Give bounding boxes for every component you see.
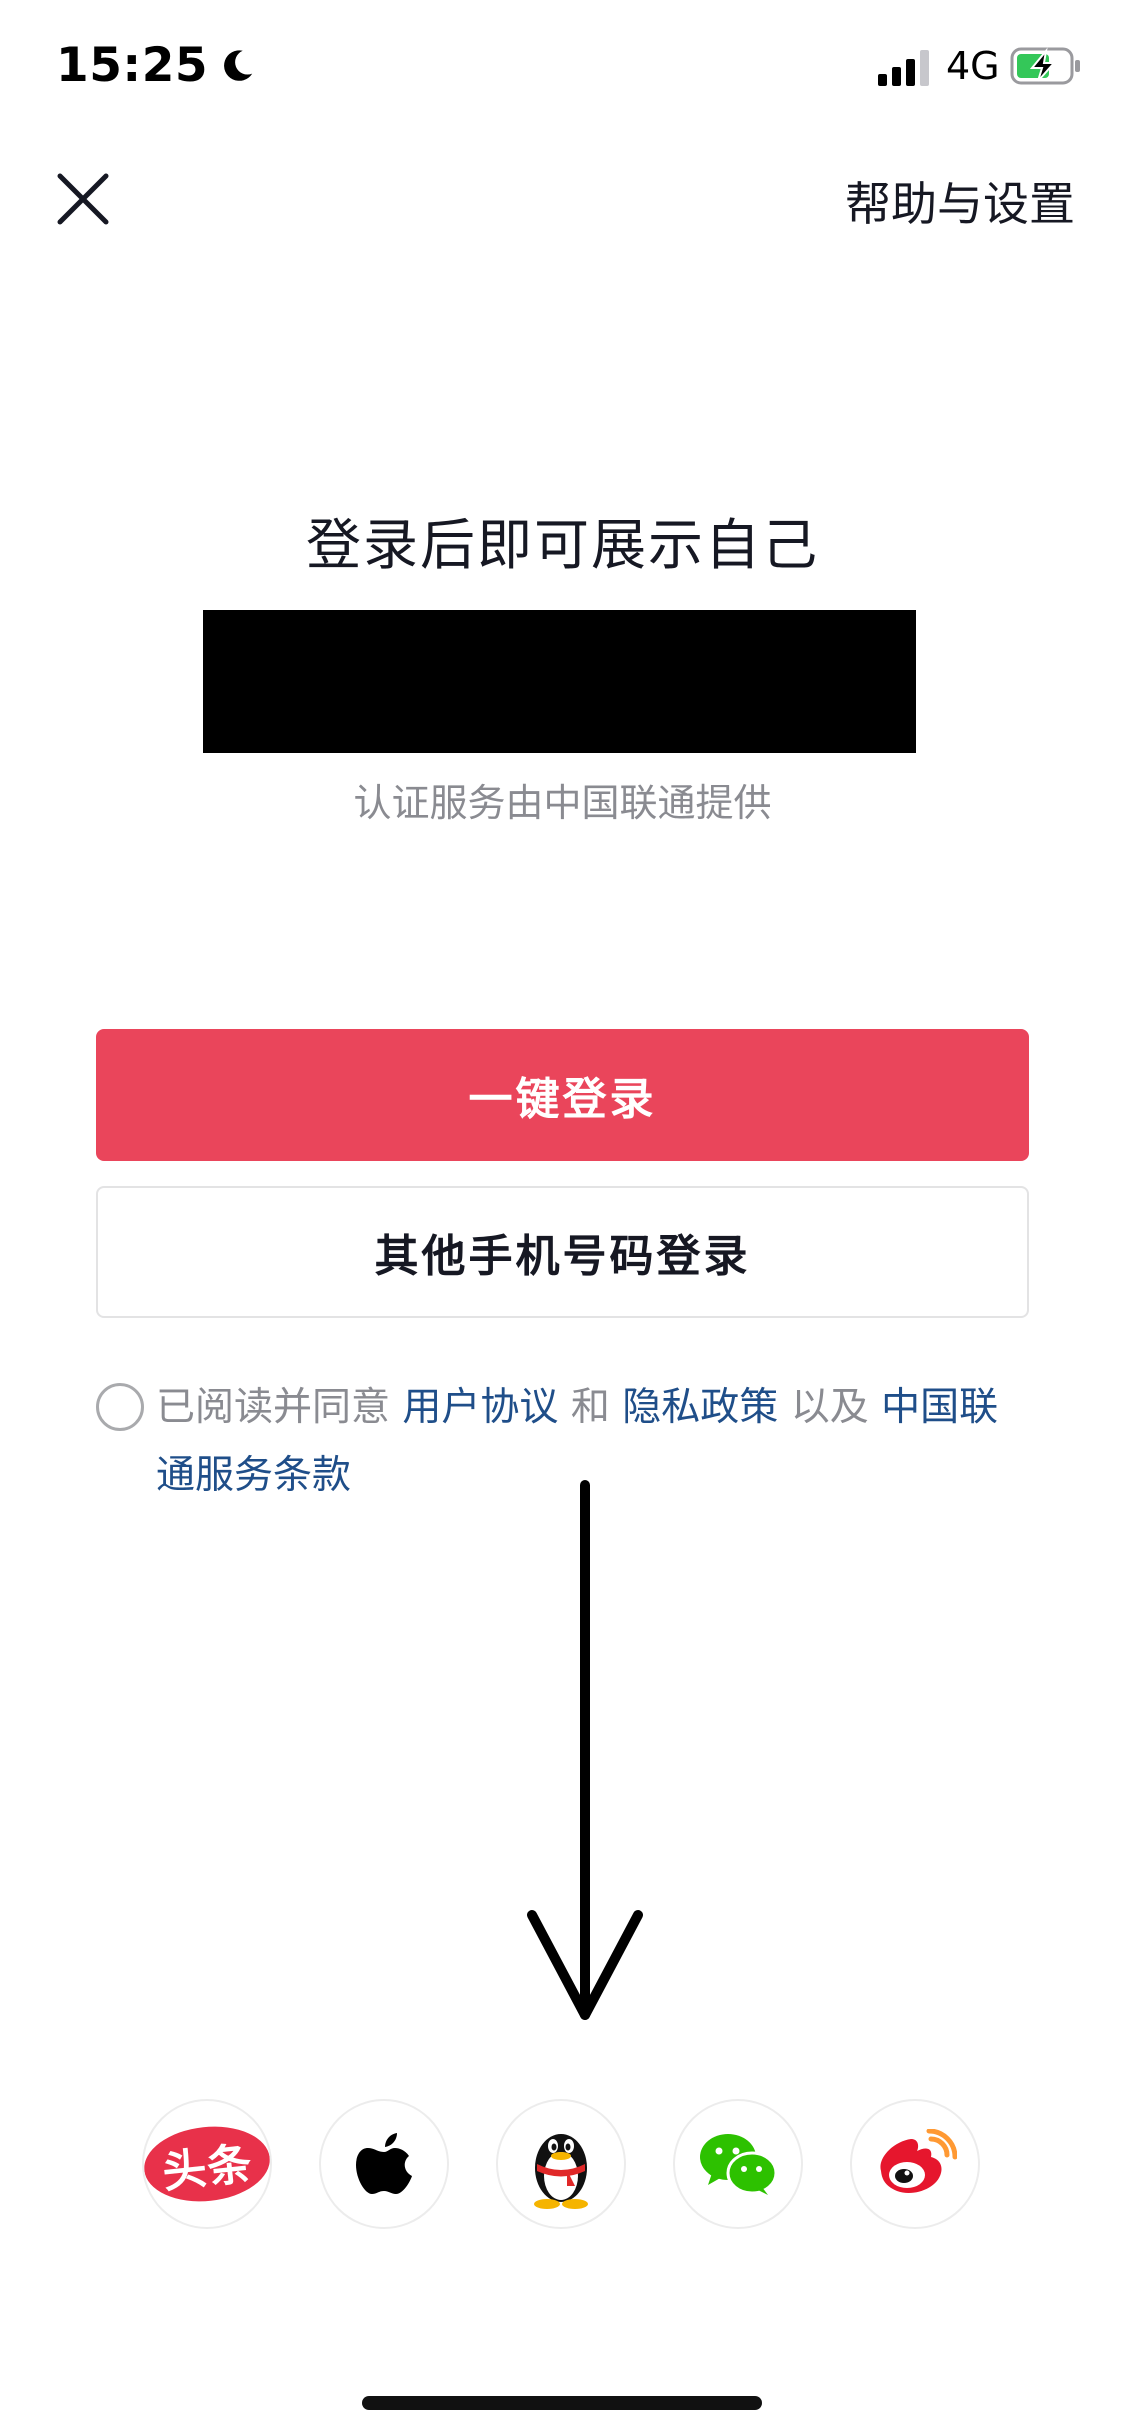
toutiao-login-button[interactable]: 头条	[142, 2099, 272, 2229]
one-click-login-button[interactable]: 一键登录	[96, 1029, 1029, 1161]
moon-icon	[224, 49, 253, 81]
wechat-login-button[interactable]	[673, 2099, 803, 2229]
apple-login-button[interactable]	[319, 2099, 449, 2229]
masked-phone-number	[203, 610, 916, 753]
status-time-text: 15:25	[56, 38, 209, 93]
page-title: 登录后即可展示自己	[305, 513, 819, 577]
qq-login-button[interactable]	[496, 2099, 626, 2229]
user-agreement-link[interactable]: 用户协议	[402, 1385, 558, 1430]
weibo-icon	[880, 2129, 957, 2193]
cellular-signal-icon	[878, 50, 929, 86]
apple-icon	[356, 2133, 412, 2194]
one-click-login-label: 一键登录	[468, 1074, 657, 1125]
privacy-policy-link[interactable]: 隐私政策	[622, 1385, 778, 1430]
qq-icon	[534, 2134, 588, 2209]
help-settings-link[interactable]: 帮助与设置	[845, 168, 1075, 234]
auth-provider-note: 认证服务由中国联通提供	[353, 781, 772, 825]
home-indicator[interactable]	[362, 2396, 762, 2410]
agreement-prefix: 已阅读并同意	[156, 1385, 391, 1430]
other-phone-login-label: 其他手机号码登录	[374, 1231, 751, 1282]
status-time: 15:25	[56, 38, 256, 93]
toutiao-icon: 头条	[144, 2120, 270, 2208]
toutiao-label: 头条	[160, 2138, 255, 2199]
battery-charging-icon	[1010, 47, 1080, 85]
network-type: 4G	[946, 44, 1000, 88]
close-button[interactable]	[52, 168, 114, 230]
weibo-login-button[interactable]	[850, 2099, 980, 2229]
agreement-checkbox[interactable]	[96, 1383, 144, 1431]
agreement-and: 和	[570, 1385, 610, 1430]
wechat-icon	[700, 2134, 778, 2195]
close-icon	[57, 173, 109, 225]
other-phone-login-button[interactable]: 其他手机号码登录	[96, 1186, 1029, 1318]
down-arrow-annotation	[527, 1480, 643, 2020]
agreement-as-well-as: 以及	[790, 1385, 869, 1430]
